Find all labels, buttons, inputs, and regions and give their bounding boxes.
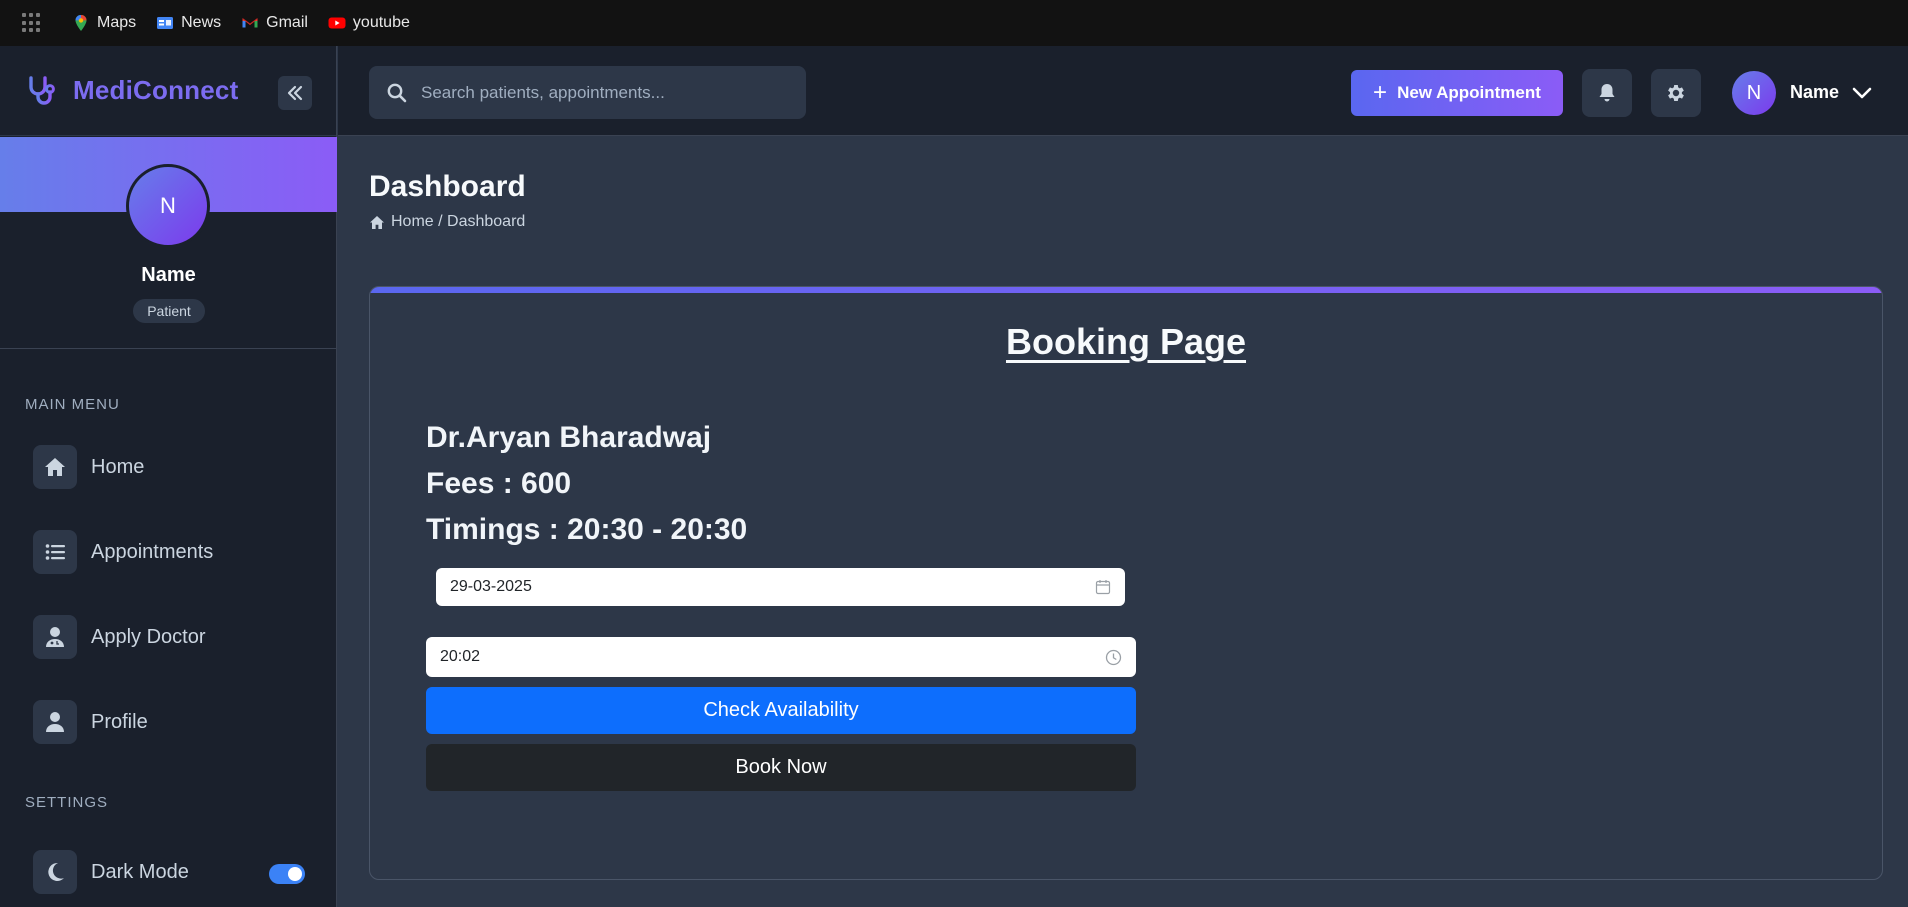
search-box[interactable] (369, 66, 806, 119)
sidebar-item-label: Home (91, 455, 145, 478)
apps-grid-icon[interactable] (22, 13, 42, 33)
calendar-icon[interactable] (1095, 579, 1111, 595)
dark-mode-toggle[interactable] (269, 864, 305, 884)
new-appointment-button[interactable]: + New Appointment (1351, 70, 1563, 116)
booking-card: Booking Page Dr.Aryan Bharadwaj Fees : 6… (369, 286, 1883, 880)
user-icon (33, 700, 77, 744)
search-input[interactable] (421, 82, 781, 103)
sidebar-divider (0, 348, 337, 349)
stethoscope-icon (29, 75, 55, 105)
date-input[interactable] (450, 578, 1045, 596)
chevron-down-icon[interactable] (1851, 82, 1873, 104)
youtube-icon (328, 17, 346, 29)
sidebar-item-label: Apply Doctor (91, 625, 206, 648)
doctor-icon (33, 615, 77, 659)
bookmark-label: News (181, 14, 222, 31)
gmail-icon (242, 18, 258, 28)
doctor-timings: Timings : 20:30 - 20:30 (426, 513, 748, 546)
profile-role-badge: Patient (133, 299, 205, 323)
top-header: + New Appointment N Name (338, 46, 1908, 136)
bookmark-gmail[interactable]: Gmail (241, 14, 308, 32)
time-input[interactable] (440, 648, 1054, 666)
moon-icon (33, 850, 77, 894)
sidebar-item-home[interactable]: Home (33, 445, 144, 489)
sidebar-item-label: Dark Mode (91, 860, 189, 883)
doctor-fees: Fees : 600 (426, 467, 572, 500)
list-icon (33, 530, 77, 574)
google-news-icon (157, 17, 174, 29)
clock-icon[interactable] (1105, 649, 1122, 666)
sidebar-item-apply-doctor[interactable]: Apply Doctor (33, 615, 206, 659)
settings-label: SETTINGS (25, 794, 109, 811)
sidebar-item-label: Profile (91, 710, 148, 733)
home-icon (370, 215, 384, 229)
breadcrumb: Home / Dashboard (369, 213, 525, 231)
sidebar-item-appointments[interactable]: Appointments (33, 530, 213, 574)
new-appointment-label: New Appointment (1397, 83, 1541, 102)
notifications-button[interactable] (1582, 69, 1632, 117)
maps-pin-icon (75, 15, 87, 31)
bookmark-label: Maps (97, 14, 137, 31)
book-now-button[interactable]: Book Now (426, 744, 1136, 791)
sidebar: MediConnect N Name Patient MAIN MENU Hom… (0, 46, 337, 907)
card-accent-bar (370, 287, 1882, 293)
bookmark-youtube[interactable]: youtube (328, 14, 410, 32)
sidebar-item-label: Appointments (91, 540, 214, 563)
user-name[interactable]: Name (1790, 82, 1839, 103)
bookmark-maps[interactable]: Maps (72, 14, 136, 32)
brand-name: MediConnect (73, 75, 239, 105)
booking-title: Booking Page (1005, 321, 1247, 362)
profile-name: Name (141, 264, 196, 286)
time-field[interactable] (426, 637, 1136, 677)
double-chevron-left-icon (287, 85, 303, 101)
date-field[interactable] (436, 568, 1125, 606)
user-avatar[interactable]: N (1732, 71, 1776, 115)
settings-button[interactable] (1651, 69, 1701, 117)
sidebar-item-dark-mode[interactable]: Dark Mode (33, 850, 189, 894)
page-title: Dashboard (369, 170, 526, 203)
search-icon (387, 83, 407, 102)
bookmark-label: youtube (352, 14, 410, 31)
bookmarks-bar: Maps News Gmail youtube (0, 0, 1908, 46)
check-availability-button[interactable]: Check Availability (426, 687, 1136, 734)
bookmark-label: Gmail (266, 14, 308, 31)
gear-icon (1668, 85, 1684, 101)
home-icon (33, 445, 77, 489)
breadcrumb-text[interactable]: Home / Dashboard (391, 213, 525, 231)
collapse-sidebar-button[interactable] (278, 76, 312, 110)
sidebar-item-profile[interactable]: Profile (33, 700, 148, 744)
doctor-name: Dr.Aryan Bharadwaj (426, 421, 712, 454)
bookmark-news[interactable]: News (156, 14, 221, 32)
plus-icon: + (1373, 79, 1388, 106)
profile-avatar[interactable]: N (126, 164, 210, 248)
main-menu-label: MAIN MENU (25, 396, 120, 413)
bell-icon (1599, 84, 1615, 102)
